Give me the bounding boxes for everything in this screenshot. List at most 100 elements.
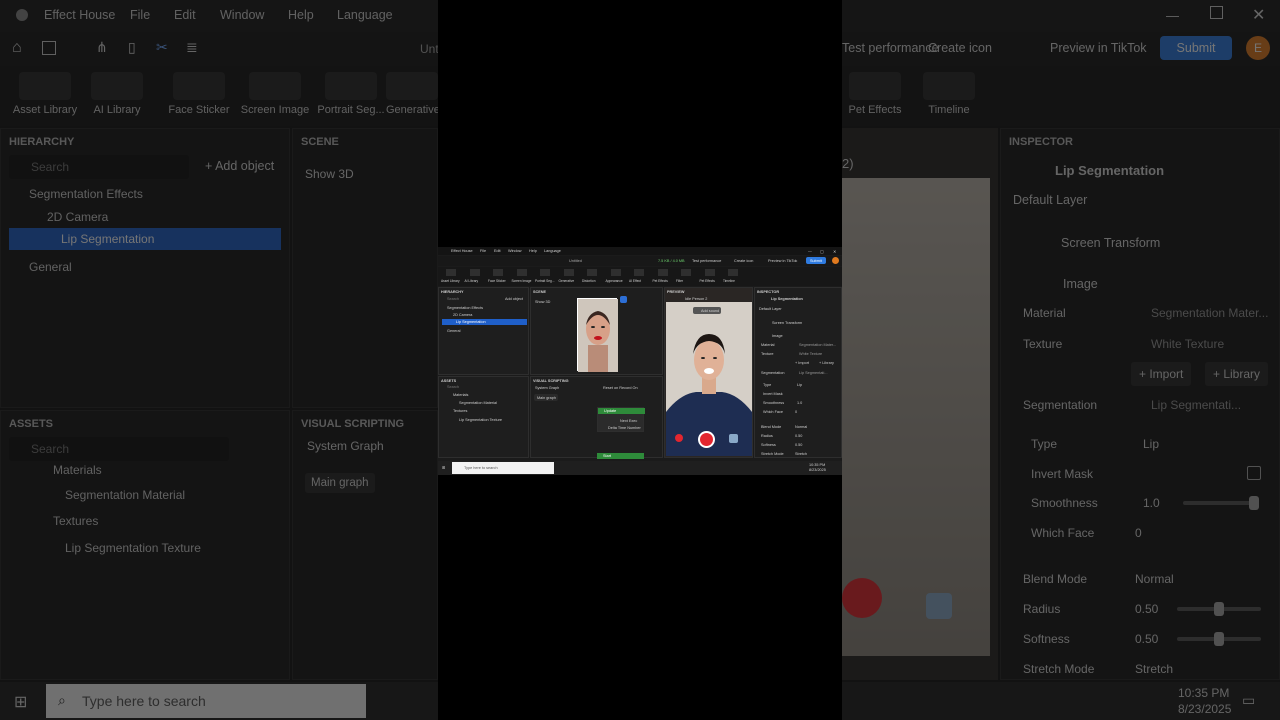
radius-value[interactable]: 0.50 (1135, 597, 1158, 621)
mini-update-port-delta[interactable]: Delta Time Number (608, 426, 641, 430)
radius-slider-knob[interactable] (1214, 602, 1224, 616)
mini-type-select[interactable]: Lip (797, 383, 802, 387)
mini-radius-value[interactable]: 0.50 (795, 434, 802, 438)
menu-help[interactable]: Help (288, 8, 314, 22)
smoothness-slider-knob[interactable] (1249, 496, 1259, 510)
mini-stretch-mode-select[interactable]: Stretch (795, 452, 807, 456)
mini-inspector-object[interactable]: Lip Segmentation (771, 297, 803, 301)
mini-preview-person-select[interactable]: Idle Person 2 (685, 297, 707, 301)
mini-hierarchy-search[interactable]: Search (447, 297, 459, 301)
segmentation-field[interactable]: Lip Segmentati... (1151, 393, 1241, 417)
test-performance-button[interactable]: Test performance (842, 41, 939, 55)
notification-icon[interactable]: ▭ (1242, 692, 1255, 709)
mini-asset-tile[interactable]: Distortion (582, 268, 602, 285)
mini-taskbar-search[interactable]: Type here to search (452, 462, 554, 474)
minimize-icon[interactable]: — (1166, 8, 1179, 23)
generative-tile[interactable]: Generative (386, 72, 438, 116)
mini-menu-edit[interactable]: Edit (494, 249, 501, 253)
mini-folder-materials[interactable]: Materials (453, 393, 468, 397)
mini-tree-segmentation-effects[interactable]: Segmentation Effects (447, 306, 483, 310)
mini-tree-lip-segmentation-row[interactable]: Lip Segmentation (442, 319, 527, 325)
mini-main-graph-tab[interactable]: Main graph (534, 394, 558, 401)
asset-segmentation-material[interactable]: Segmentation Material (1, 484, 185, 506)
folder-materials[interactable]: Materials (1, 459, 102, 481)
add-object-button[interactable]: + Add object (205, 159, 274, 173)
mini-graph-select[interactable]: System Graph (535, 386, 559, 390)
tree-item-lip-segmentation[interactable]: Lip Segmentation (9, 228, 281, 250)
portrait-seg-tile[interactable]: Portrait Seg... (306, 72, 396, 116)
mini-asset-tile[interactable]: Face Sticker (488, 268, 508, 285)
radius-slider[interactable] (1177, 602, 1261, 616)
mini-menu-file[interactable]: File (480, 249, 486, 253)
softness-slider[interactable] (1177, 632, 1261, 646)
invert-mask-checkbox[interactable] (1247, 466, 1261, 480)
mini-asset-tile[interactable]: Timeline (723, 268, 743, 285)
mini-maximize-icon[interactable]: ▢ (820, 249, 824, 254)
mini-start-icon[interactable]: ⊞ (442, 465, 445, 470)
share-icon[interactable]: ⋔ (96, 39, 108, 56)
save-icon[interactable] (42, 41, 56, 55)
tree-item-segmentation-effects[interactable]: Segmentation Effects (1, 183, 291, 205)
stretch-mode-select[interactable]: Stretch (1135, 657, 1173, 681)
record-button[interactable] (842, 578, 882, 618)
mini-assets-search[interactable]: Search (447, 385, 459, 389)
mini-avatar[interactable] (832, 257, 839, 264)
create-icon-button[interactable]: Create icon (928, 41, 992, 55)
mini-add-object[interactable]: Add object (505, 297, 523, 301)
mini-add-sound-button[interactable]: Add sound (693, 307, 721, 314)
mini-segmentation-field[interactable]: Lip Segmentati... (799, 371, 828, 375)
mini-which-face-select[interactable]: 0 (795, 410, 797, 414)
texture-field[interactable]: White Texture (1151, 332, 1224, 356)
mini-texture-field[interactable]: White Texture (799, 352, 822, 356)
mini-asset-tile[interactable]: Screen Image (512, 268, 532, 285)
mini-submit-button[interactable]: Submit (806, 257, 826, 264)
mini-test-performance[interactable]: Test performance (692, 259, 721, 263)
tree-item-general[interactable]: General (1, 256, 291, 278)
material-field[interactable]: Segmentation Mater... (1151, 301, 1268, 325)
mini-tree-general[interactable]: General (447, 329, 461, 333)
maximize-icon[interactable] (1210, 6, 1223, 19)
windows-start-icon[interactable]: ⊞ (14, 692, 27, 712)
which-face-select[interactable]: 0 (1135, 521, 1142, 545)
tree-item-2d-camera[interactable]: 2D Camera (1, 206, 291, 228)
home-icon[interactable]: ⌂ (12, 39, 22, 57)
preview-person-select[interactable]: 2) (842, 156, 854, 171)
menu-language[interactable]: Language (337, 8, 393, 22)
mini-inspector-layer[interactable]: Default Layer (759, 307, 782, 311)
mini-asset-tile[interactable]: Generative (559, 268, 579, 285)
mini-update-port-next[interactable]: Next Exec (620, 419, 637, 423)
mini-graph-mode[interactable]: Reset on Record On (603, 386, 638, 390)
mini-close-icon[interactable]: ✕ (833, 249, 836, 254)
preview-in-tiktok-button[interactable]: Preview in TikTok (1050, 41, 1147, 55)
menu-file[interactable]: File (130, 8, 150, 22)
timeline-tile[interactable]: Timeline (904, 72, 994, 116)
main-graph-tab[interactable]: Main graph (305, 473, 375, 493)
mini-scene-view-mode[interactable]: Show 3D (535, 300, 550, 304)
menu-window[interactable]: Window (220, 8, 264, 22)
mini-asset-tile[interactable]: AI Effect (629, 268, 649, 285)
type-select[interactable]: Lip (1143, 432, 1159, 456)
phone-icon[interactable]: ▯ (128, 39, 136, 56)
mini-start-node[interactable]: Start (597, 453, 644, 459)
asset-lip-segmentation-texture[interactable]: Lip Segmentation Texture (1, 537, 201, 559)
library-button[interactable]: + Library (1205, 362, 1269, 386)
mini-asset-tile[interactable]: Filter (676, 268, 696, 285)
layer-select[interactable]: Default Layer (1013, 193, 1087, 207)
image-section[interactable]: Image (1063, 277, 1098, 291)
mini-minimize-icon[interactable]: — (808, 249, 812, 253)
mini-asset-tile[interactable]: Asset Library (441, 268, 461, 285)
folder-textures[interactable]: Textures (1, 510, 98, 532)
mini-asset-tile[interactable]: Appearance (606, 268, 626, 285)
mini-effects-icon[interactable] (675, 434, 683, 442)
scene-view-mode[interactable]: Show 3D (305, 167, 354, 181)
mini-upload-icon[interactable] (729, 434, 738, 443)
mini-asset-tile[interactable]: Portrait Seg... (535, 268, 555, 285)
mini-inspector-image[interactable]: Image (772, 334, 783, 338)
mini-menu-help[interactable]: Help (529, 249, 537, 253)
mini-record-button[interactable] (700, 433, 713, 446)
mini-material-field[interactable]: Segmentation Mater... (799, 343, 836, 347)
softness-slider-knob[interactable] (1214, 632, 1224, 646)
mini-menu-window[interactable]: Window (508, 249, 522, 253)
taskbar-search-box[interactable]: ⌕ Type here to search (46, 684, 366, 718)
close-icon[interactable]: ✕ (1252, 5, 1265, 25)
